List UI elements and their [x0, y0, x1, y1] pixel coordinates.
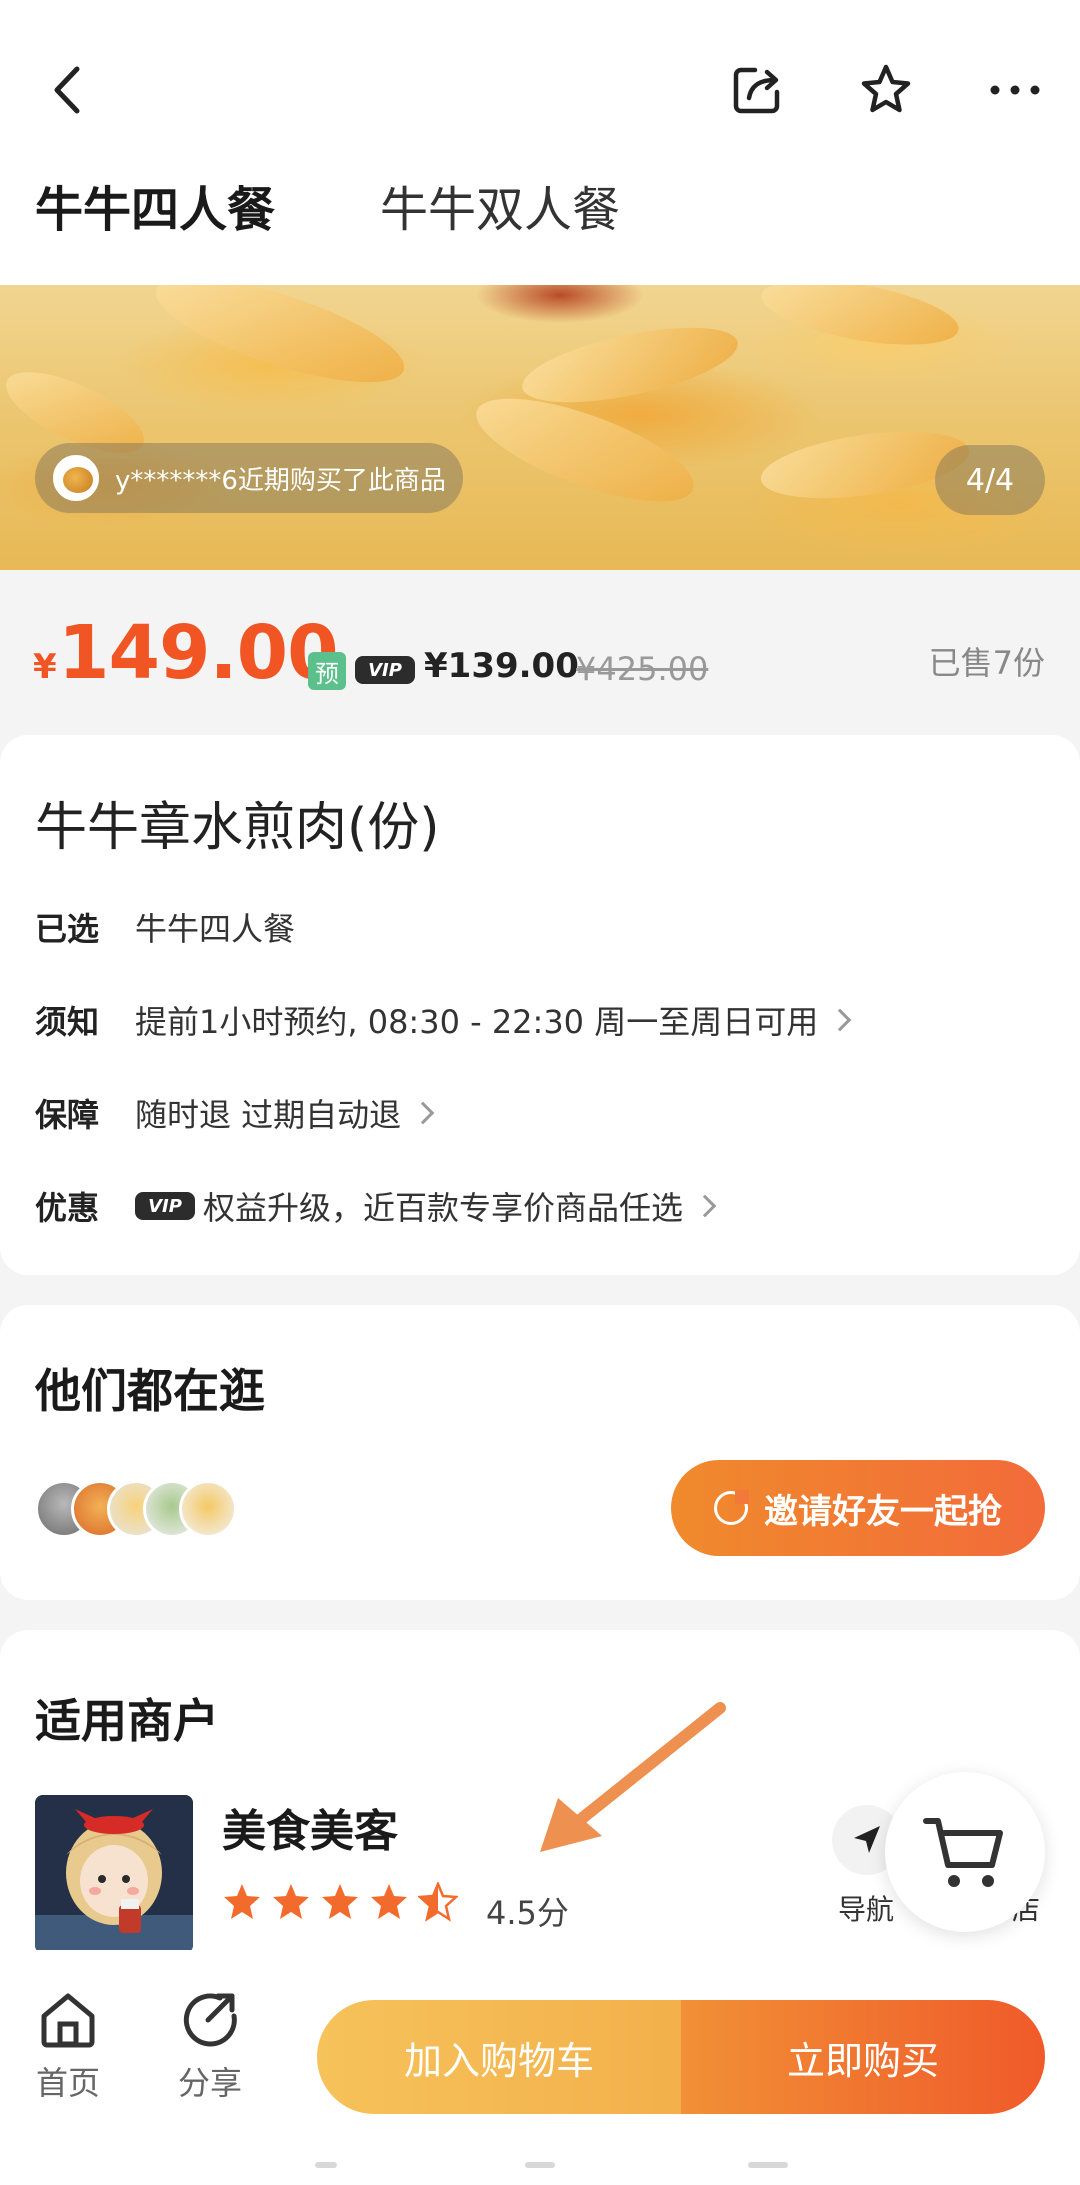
tab-label: 牛牛四人餐 [35, 182, 276, 238]
home-icon [41, 1993, 95, 2048]
purchase-buttons: 加入购物车 立即购买 [317, 2000, 1045, 2114]
tab-two-person-meal[interactable]: 牛牛双人餐 [380, 180, 620, 240]
food-slice [756, 285, 964, 357]
browsing-avatars [35, 1480, 255, 1542]
selected-option-text: 牛牛四人餐 [135, 910, 296, 948]
star-full-icon [273, 1884, 309, 1919]
invite-share-icon [714, 1490, 749, 1525]
info-label: 须知 [35, 1003, 100, 1041]
info-value: 牛牛四人餐 [135, 904, 295, 950]
system-nav-home-hint [525, 2162, 555, 2168]
star-full-icon [371, 1884, 407, 1919]
vip-badge: VIP [135, 1192, 195, 1220]
page: 牛牛四人餐 牛牛双人餐 y*******6近期购买了此商品 4/4 ¥ 149.… [0, 0, 1080, 2185]
system-nav-recents-hint [748, 2162, 788, 2168]
share-button[interactable]: 分享 [160, 1992, 260, 2104]
info-label: 已选 [35, 910, 100, 948]
product-info-card: 牛牛章水煎肉(份) 已选 牛牛四人餐 须知 提前1小时预约, 08:30 - 2… [0, 735, 1080, 1275]
tab-four-person-meal[interactable]: 牛牛四人餐 [35, 180, 276, 246]
buyer-notice-text: y*******6近期购买了此商品 [115, 465, 446, 496]
add-to-cart-button[interactable]: 加入购物车 [317, 2000, 681, 2114]
avatar [179, 1480, 237, 1538]
info-value: 提前1小时预约, 08:30 - 22:30 周一至周日可用 [135, 997, 852, 1043]
home-button[interactable]: 首页 [18, 1992, 118, 2104]
notice-text: 提前1小时预约, 08:30 - 22:30 周一至周日可用 [135, 1003, 819, 1041]
star-half-icon [418, 1882, 458, 1922]
rating-score: 4.5分 [486, 1894, 569, 1932]
star-full-icon [322, 1884, 358, 1919]
product-image-carousel[interactable]: y*******6近期购买了此商品 4/4 [0, 285, 1080, 570]
tab-label: 牛牛双人餐 [380, 182, 621, 238]
vip-badge: VIP [355, 656, 415, 684]
vip-price: ¥139.00 [424, 646, 579, 686]
floating-cart-button[interactable] [885, 1772, 1045, 1932]
chevron-right-icon [693, 1194, 717, 1218]
favorite-star-icon[interactable] [851, 55, 921, 125]
recent-buyer-notice: y*******6近期购买了此商品 [35, 443, 463, 513]
cart-icon [923, 1818, 1003, 1887]
price-currency: ¥ [33, 647, 57, 687]
navigation-arrow-icon [854, 1826, 880, 1853]
discount-row[interactable]: 优惠 VIP 权益升级，近百款专享价商品任选 [35, 1181, 717, 1231]
discount-text: 权益升级，近百款专享价商品任选 [203, 1189, 684, 1227]
share-arrow-icon [183, 1993, 237, 2047]
info-label: 优惠 [35, 1189, 100, 1227]
image-counter: 4/4 [935, 445, 1045, 515]
invite-label: 邀请好友一起抢 [764, 1491, 1002, 1532]
merchant-name[interactable]: 美食美客 [222, 1795, 398, 1859]
star-full-icon [224, 1884, 260, 1919]
annotation-arrow-icon [540, 1702, 726, 1852]
selected-row[interactable]: 已选 牛牛四人餐 [35, 902, 295, 952]
info-label: 保障 [35, 1096, 100, 1134]
top-bar: 牛牛四人餐 牛牛双人餐 [0, 0, 1080, 285]
navigation-label: 导航 [838, 1893, 895, 1926]
sold-count: 已售7份 [928, 644, 1045, 682]
merchant-section-title: 适用商户 [35, 1694, 219, 1748]
guarantee-row[interactable]: 保障 随时退 过期自动退 [35, 1088, 435, 1138]
share-icon[interactable] [722, 55, 792, 125]
guarantee-text: 随时退 过期自动退 [135, 1096, 402, 1134]
original-price: ¥425.00 [576, 650, 709, 688]
price-row: ¥ 149.00 预 VIP ¥139.00 ¥425.00 已售7份 [0, 570, 1080, 735]
food-slice [516, 312, 744, 418]
merchant-logo[interactable] [35, 1795, 193, 1953]
back-icon[interactable] [32, 55, 102, 125]
food-slice [145, 285, 415, 404]
home-label: 首页 [35, 2064, 100, 2102]
invite-friends-button[interactable]: 邀请好友一起抢 [671, 1460, 1045, 1556]
chevron-right-icon [411, 1101, 435, 1125]
notice-row[interactable]: 须知 提前1小时预约, 08:30 - 22:30 周一至周日可用 [35, 995, 852, 1045]
browsing-title: 他们都在逛 [35, 1364, 265, 1418]
browsing-card: 他们都在逛 邀请好友一起抢 [0, 1305, 1080, 1600]
system-nav-back-hint [315, 2162, 337, 2168]
bottom-action-bar: 首页 分享 加入购物车 立即购买 [0, 1950, 1080, 2185]
buyer-avatar [53, 455, 99, 501]
chevron-right-icon [828, 1008, 852, 1032]
presale-badge: 预 [308, 652, 346, 690]
info-value: VIP 权益升级，近百款专享价商品任选 [135, 1183, 717, 1229]
share-label: 分享 [177, 2064, 242, 2102]
buy-now-button[interactable]: 立即购买 [681, 2000, 1045, 2114]
info-value: 随时退 过期自动退 [135, 1090, 435, 1136]
more-icon[interactable] [980, 55, 1050, 125]
current-price: 149.00 [58, 610, 339, 696]
product-title: 牛牛章水煎肉(份) [35, 798, 440, 858]
rating-stars [222, 1882, 467, 1922]
